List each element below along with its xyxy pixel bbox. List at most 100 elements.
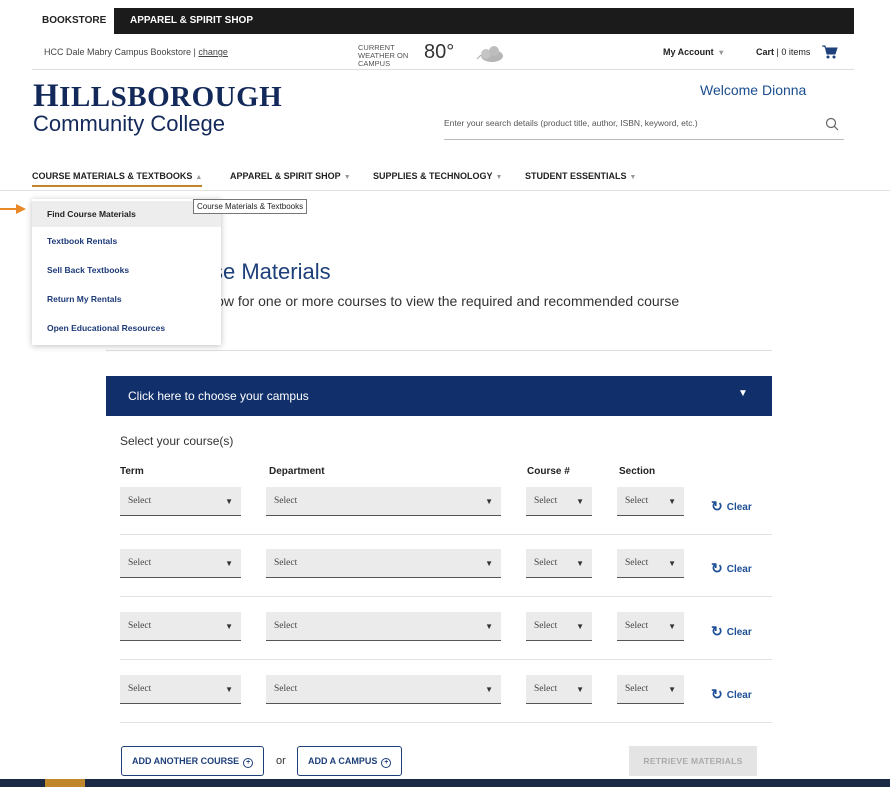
nav-supplies-technology[interactable]: SUPPLIES & TECHNOLOGY ▼ bbox=[373, 171, 502, 181]
department-select[interactable]: Select ▼ bbox=[266, 487, 501, 516]
row-divider bbox=[120, 596, 772, 597]
circle-plus-icon: + bbox=[381, 758, 392, 768]
course-number-select[interactable]: Select ▼ bbox=[526, 612, 592, 641]
row-divider bbox=[120, 534, 772, 535]
department-select-value: Select bbox=[274, 621, 298, 631]
dropdown-arrow-icon: ▼ bbox=[225, 559, 233, 568]
department-select-value: Select bbox=[274, 684, 298, 694]
nav-student-essentials[interactable]: STUDENT ESSENTIALS ▼ bbox=[525, 171, 636, 181]
hcc-logo[interactable]: HILLSBOROUGH Community College bbox=[33, 80, 282, 137]
cloud-icon bbox=[476, 46, 503, 62]
dropdown-arrow-icon: ▼ bbox=[485, 685, 493, 694]
department-select[interactable]: Select ▼ bbox=[266, 612, 501, 641]
department-select-value: Select bbox=[274, 496, 298, 506]
nav-course-materials[interactable]: COURSE MATERIALS & TEXTBOOKS ▲ bbox=[32, 171, 203, 187]
term-select[interactable]: Select ▼ bbox=[120, 675, 241, 704]
cart-count: 0 items bbox=[781, 47, 811, 57]
section-select[interactable]: Select ▼ bbox=[617, 612, 684, 641]
nav-apparel-spirit-shop[interactable]: APPAREL & SPIRIT SHOP ▼ bbox=[230, 171, 351, 181]
refresh-icon: ↻ bbox=[711, 623, 723, 639]
course-number-select[interactable]: Select ▼ bbox=[526, 487, 592, 516]
course-select-value: Select bbox=[534, 621, 558, 631]
menu-item-return-my-rentals[interactable]: Return My Rentals bbox=[32, 286, 221, 312]
clear-label: Clear bbox=[726, 627, 752, 638]
menu-item-sell-back-textbooks[interactable]: Sell Back Textbooks bbox=[32, 257, 221, 283]
dropdown-arrow-icon: ▼ bbox=[668, 559, 676, 568]
nav-apparel-label: APPAREL & SPIRIT SHOP bbox=[230, 171, 341, 181]
search-icon[interactable] bbox=[825, 117, 839, 131]
section-select[interactable]: Select ▼ bbox=[617, 487, 684, 516]
column-header-department: Department bbox=[269, 466, 325, 477]
course-number-select[interactable]: Select ▼ bbox=[526, 549, 592, 578]
chevron-down-icon: ▼ bbox=[738, 388, 748, 399]
change-store-link[interactable]: change bbox=[198, 47, 228, 57]
clear-row-button[interactable]: ↻ Clear bbox=[711, 560, 752, 577]
term-select[interactable]: Select ▼ bbox=[120, 612, 241, 641]
retrieve-materials-button[interactable]: RETRIEVE MATERIALS bbox=[629, 746, 757, 776]
chevron-down-icon: ▾ bbox=[719, 48, 724, 57]
nav-supplies-label: SUPPLIES & TECHNOLOGY bbox=[373, 171, 493, 181]
my-account-menu[interactable]: My Account ▾ bbox=[663, 47, 723, 57]
search-bar bbox=[444, 112, 844, 140]
tooltip: Course Materials & Textbooks bbox=[193, 199, 308, 214]
term-select-value: Select bbox=[128, 496, 152, 506]
clear-label: Clear bbox=[726, 564, 752, 575]
department-select[interactable]: Select ▼ bbox=[266, 549, 501, 578]
add-a-campus-button[interactable]: ADD A CAMPUS + bbox=[297, 746, 403, 776]
section-select-value: Select bbox=[625, 496, 649, 506]
menu-item-open-educational-resources[interactable]: Open Educational Resources bbox=[32, 315, 221, 341]
dropdown-arrow-icon: ▼ bbox=[225, 685, 233, 694]
shopping-cart-icon[interactable] bbox=[822, 45, 838, 59]
weather-temperature: 80° bbox=[424, 41, 455, 63]
refresh-icon: ↻ bbox=[711, 686, 723, 702]
utility-bar: HCC Dale Mabry Campus Bookstore | change… bbox=[32, 34, 854, 70]
dropdown-arrow-icon: ▼ bbox=[485, 622, 493, 631]
chevron-down-icon: ▼ bbox=[343, 174, 351, 181]
nav-student-essentials-label: STUDENT ESSENTIALS bbox=[525, 171, 627, 181]
top-tab-bar: BOOKSTORE APPAREL & SPIRIT SHOP bbox=[32, 8, 854, 34]
add-another-course-label: ADD ANOTHER COURSE bbox=[132, 756, 240, 766]
chevron-down-icon: ▼ bbox=[629, 174, 637, 181]
logo-initial: H bbox=[33, 78, 60, 114]
section-select[interactable]: Select ▼ bbox=[617, 549, 684, 578]
arrow-right-icon bbox=[0, 204, 26, 214]
department-select-value: Select bbox=[274, 558, 298, 568]
logo-subtitle: Community College bbox=[33, 111, 225, 136]
course-select-value: Select bbox=[534, 558, 558, 568]
term-select[interactable]: Select ▼ bbox=[120, 487, 241, 516]
cart-link[interactable]: Cart | 0 items bbox=[756, 47, 810, 57]
clear-row-button[interactable]: ↻ Clear bbox=[711, 686, 752, 703]
tab-bookstore[interactable]: BOOKSTORE bbox=[32, 8, 114, 34]
dropdown-arrow-icon: ▼ bbox=[225, 622, 233, 631]
course-select-value: Select bbox=[534, 684, 558, 694]
department-select[interactable]: Select ▼ bbox=[266, 675, 501, 704]
choose-campus-bar[interactable]: Click here to choose your campus ▼ bbox=[106, 376, 772, 416]
term-select-value: Select bbox=[128, 621, 152, 631]
dropdown-arrow-icon: ▼ bbox=[668, 622, 676, 631]
section-select-value: Select bbox=[625, 621, 649, 631]
chevron-up-icon: ▲ bbox=[195, 174, 203, 181]
course-materials-dropdown: Find Course Materials Textbook Rentals S… bbox=[32, 199, 221, 345]
clear-row-button[interactable]: ↻ Clear bbox=[711, 623, 752, 640]
or-separator: or bbox=[276, 755, 286, 767]
term-select[interactable]: Select ▼ bbox=[120, 549, 241, 578]
add-a-campus-label: ADD A CAMPUS bbox=[308, 756, 378, 766]
section-select-value: Select bbox=[625, 684, 649, 694]
store-location: HCC Dale Mabry Campus Bookstore | change bbox=[44, 47, 228, 57]
row-divider bbox=[120, 659, 772, 660]
nav-course-materials-label: COURSE MATERIALS & TEXTBOOKS bbox=[32, 171, 193, 181]
section-select[interactable]: Select ▼ bbox=[617, 675, 684, 704]
choose-campus-label: Click here to choose your campus bbox=[128, 389, 309, 403]
dropdown-arrow-icon: ▼ bbox=[576, 497, 584, 506]
dropdown-arrow-icon: ▼ bbox=[485, 559, 493, 568]
tab-apparel-spirit-shop[interactable]: APPAREL & SPIRIT SHOP bbox=[120, 8, 263, 34]
column-header-term: Term bbox=[120, 466, 144, 477]
add-another-course-button[interactable]: ADD ANOTHER COURSE + bbox=[121, 746, 265, 776]
menu-item-textbook-rentals[interactable]: Textbook Rentals bbox=[32, 228, 221, 254]
course-number-select[interactable]: Select ▼ bbox=[526, 675, 592, 704]
search-input[interactable] bbox=[444, 118, 794, 128]
row-divider bbox=[120, 722, 772, 723]
footer-strip bbox=[0, 779, 890, 787]
clear-row-button[interactable]: ↻ Clear bbox=[711, 498, 752, 515]
dropdown-arrow-icon: ▼ bbox=[576, 559, 584, 568]
